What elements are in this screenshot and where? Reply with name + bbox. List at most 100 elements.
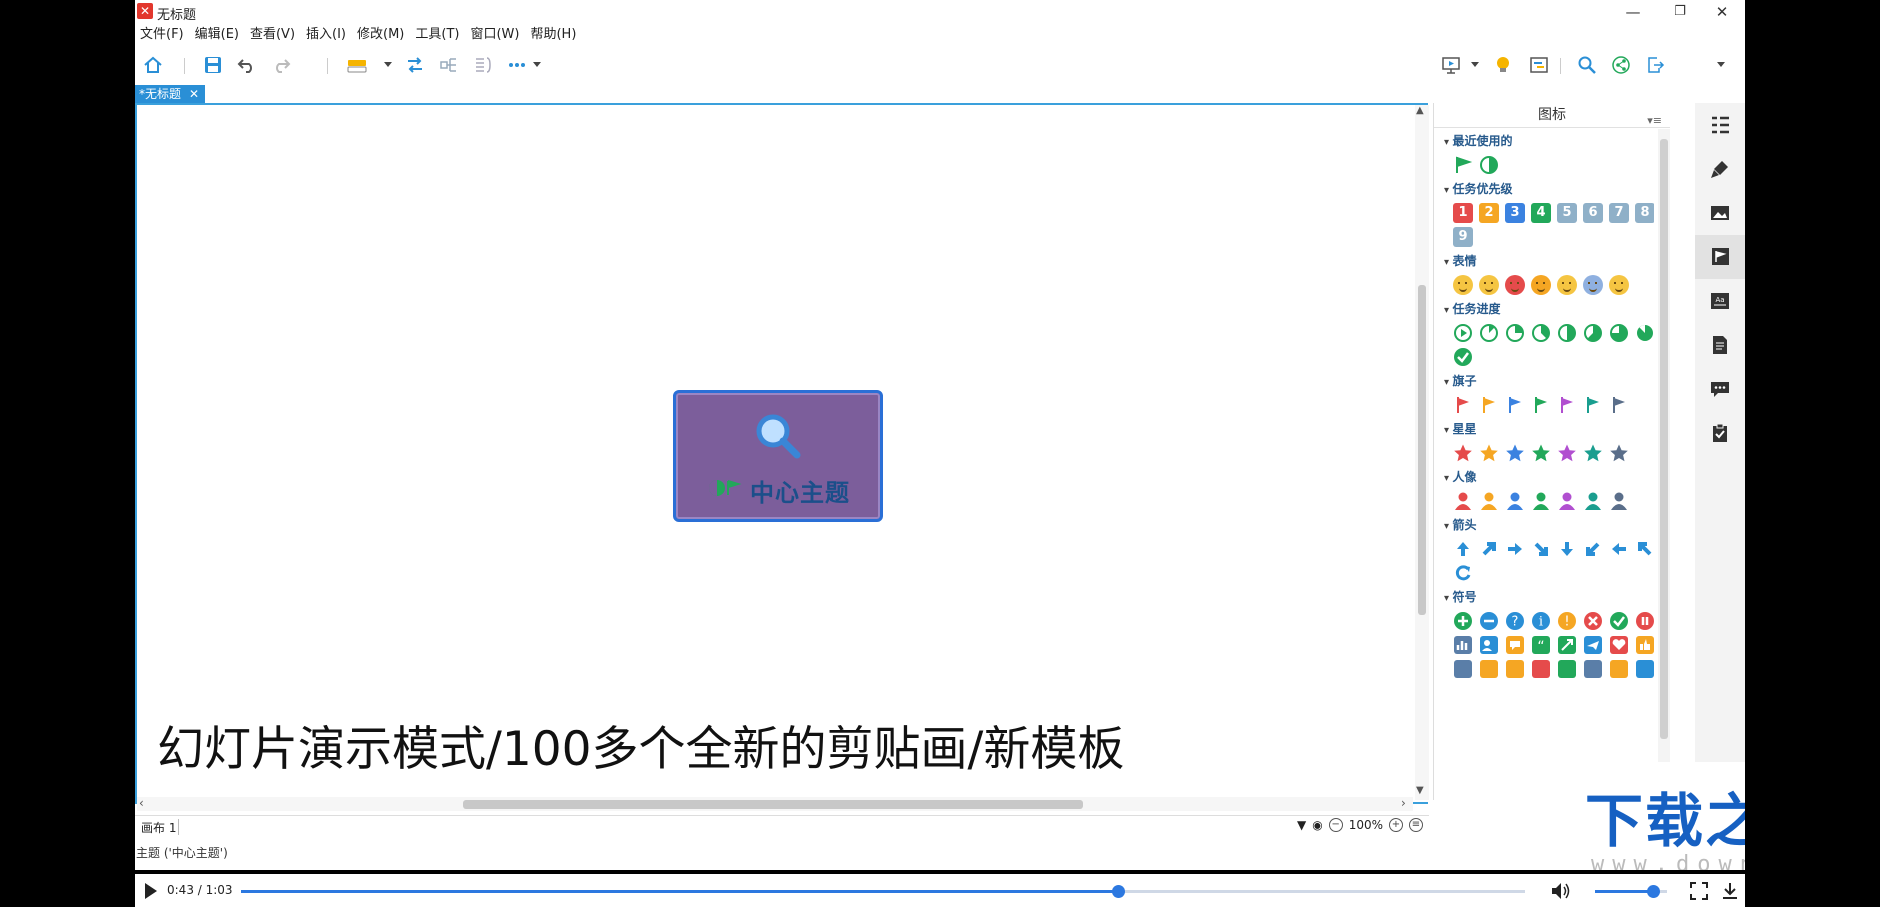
insert-topic-icon[interactable]: [345, 53, 369, 77]
document-tab[interactable]: *无标题 ✕: [135, 85, 206, 103]
sheet-tab[interactable]: 画布 1: [141, 819, 176, 836]
arrow-down-left-icon[interactable]: [1583, 539, 1603, 559]
star-1-icon[interactable]: [1453, 443, 1473, 463]
plane-icon[interactable]: [1583, 635, 1603, 655]
progress-1-8-icon[interactable]: [1479, 323, 1499, 343]
surprise-icon[interactable]: [1557, 275, 1577, 295]
laugh-icon[interactable]: [1479, 275, 1499, 295]
volume-slider[interactable]: [1595, 885, 1667, 898]
more-dropdown[interactable]: [533, 62, 541, 67]
section-flags[interactable]: 旗子: [1444, 373, 1654, 389]
export-dropdown[interactable]: [1717, 62, 1725, 67]
progress-quarter-icon[interactable]: [1505, 323, 1525, 343]
share-icon[interactable]: [1609, 53, 1633, 77]
fullscreen-icon[interactable]: [1690, 882, 1708, 900]
gantt-icon[interactable]: [1527, 53, 1551, 77]
zoom-out-icon[interactable]: −: [1328, 818, 1343, 832]
scroll-down-icon[interactable]: ▼: [1416, 785, 1424, 796]
angry-icon[interactable]: [1505, 275, 1525, 295]
question-circle-icon[interactable]: ?: [1505, 611, 1525, 631]
section-progress[interactable]: 任务进度: [1444, 301, 1654, 317]
presentation-dropdown[interactable]: [1471, 62, 1479, 67]
menu-modify[interactable]: 修改(M): [352, 24, 410, 46]
section-stars[interactable]: 星星: [1444, 421, 1654, 437]
flag-7-icon[interactable]: [1609, 395, 1629, 415]
section-priority[interactable]: 任务优先级: [1444, 181, 1654, 197]
symbol-row3-h-icon[interactable]: [1635, 659, 1654, 679]
cry-icon[interactable]: [1531, 275, 1551, 295]
more-icon[interactable]: [505, 53, 529, 77]
person-6-icon[interactable]: [1583, 491, 1603, 511]
symbol-row3-b-icon[interactable]: [1479, 659, 1499, 679]
person-5-icon[interactable]: [1557, 491, 1577, 511]
expand-icon[interactable]: [1557, 635, 1577, 655]
export-icon[interactable]: [1643, 53, 1667, 77]
relationship-icon[interactable]: [403, 53, 427, 77]
save-icon[interactable]: [201, 53, 225, 77]
arrow-down-right-icon[interactable]: [1531, 539, 1551, 559]
comments-icon[interactable]: [1695, 367, 1745, 411]
progress-7-8-icon[interactable]: [1635, 323, 1654, 343]
priority-1-icon[interactable]: 1: [1453, 203, 1473, 223]
volume-icon[interactable]: [1550, 881, 1572, 901]
arrow-left-icon[interactable]: [1609, 539, 1629, 559]
section-symbols[interactable]: 符号: [1444, 589, 1654, 605]
priority-8-icon[interactable]: 8: [1635, 203, 1654, 223]
section-recent[interactable]: 最近使用的: [1444, 133, 1654, 149]
scroll-right-icon[interactable]: ›: [1401, 796, 1406, 810]
check-circle-icon[interactable]: [1609, 611, 1629, 631]
zoom-menu-icon[interactable]: ≡: [1409, 818, 1423, 832]
search-icon[interactable]: [1575, 53, 1599, 77]
heart-icon[interactable]: [1609, 635, 1629, 655]
arrow-right-icon[interactable]: [1505, 539, 1525, 559]
progress-half-icon[interactable]: [1557, 323, 1577, 343]
chart-icon[interactable]: [1453, 635, 1473, 655]
person-7-icon[interactable]: [1609, 491, 1629, 511]
scroll-up-icon[interactable]: ▲: [1416, 105, 1424, 116]
mindmap-canvas[interactable]: 中心主题 幻灯片演示模式/100多个全新的剪贴画/新模板: [135, 103, 1428, 804]
canvas-horizontal-scrollbar[interactable]: ‹ ›: [137, 796, 1413, 811]
format-brush-icon[interactable]: [1695, 147, 1745, 191]
section-arrows[interactable]: 箭头: [1444, 517, 1654, 533]
canvas-vertical-scrollbar[interactable]: ▲ ▼: [1415, 105, 1429, 800]
star-5-icon[interactable]: [1557, 443, 1577, 463]
minus-circle-icon[interactable]: [1479, 611, 1499, 631]
zoom-level[interactable]: 100%: [1349, 818, 1383, 832]
cross-circle-icon[interactable]: [1583, 611, 1603, 631]
person-4-icon[interactable]: [1531, 491, 1551, 511]
progress-3-4-icon[interactable]: [1609, 323, 1629, 343]
marker-flag-icon[interactable]: [1695, 235, 1745, 279]
quote-icon[interactable]: “: [1531, 635, 1551, 655]
sleepy-icon[interactable]: [1583, 275, 1603, 295]
star-7-icon[interactable]: [1609, 443, 1629, 463]
refresh-icon[interactable]: [1453, 563, 1473, 583]
progress-3-8-icon[interactable]: [1531, 323, 1551, 343]
arrow-up-icon[interactable]: [1453, 539, 1473, 559]
priority-4-icon[interactable]: 4: [1531, 203, 1551, 223]
thumbs-up-icon[interactable]: [1635, 635, 1654, 655]
flag-2-icon[interactable]: [1479, 395, 1499, 415]
close-button[interactable]: ✕: [1699, 0, 1745, 24]
zoom-in-icon[interactable]: +: [1389, 818, 1403, 832]
image-icon[interactable]: [1695, 191, 1745, 235]
star-3-icon[interactable]: [1505, 443, 1525, 463]
menu-edit[interactable]: 编辑(E): [190, 24, 245, 46]
symbol-row3-e-icon[interactable]: [1557, 659, 1577, 679]
flag-6-icon[interactable]: [1583, 395, 1603, 415]
panel-scroll-thumb[interactable]: [1660, 139, 1668, 739]
arrow-up-right-icon[interactable]: [1479, 539, 1499, 559]
insert-topic-dropdown[interactable]: [384, 62, 392, 67]
download-icon[interactable]: [1721, 882, 1739, 900]
people-group-icon[interactable]: [1479, 635, 1499, 655]
task-clipboard-icon[interactable]: [1695, 411, 1745, 455]
maximize-button[interactable]: ❐: [1657, 0, 1703, 24]
priority-6-icon[interactable]: 6: [1583, 203, 1603, 223]
info-circle-icon[interactable]: i: [1531, 611, 1551, 631]
star-4-icon[interactable]: [1531, 443, 1551, 463]
notes-icon[interactable]: [1695, 323, 1745, 367]
plus-circle-icon[interactable]: [1453, 611, 1473, 631]
progress-start-icon[interactable]: [1453, 323, 1473, 343]
flag-1-icon[interactable]: [1453, 395, 1473, 415]
central-topic[interactable]: 中心主题: [673, 390, 883, 522]
progress-5-8-icon[interactable]: [1583, 323, 1603, 343]
